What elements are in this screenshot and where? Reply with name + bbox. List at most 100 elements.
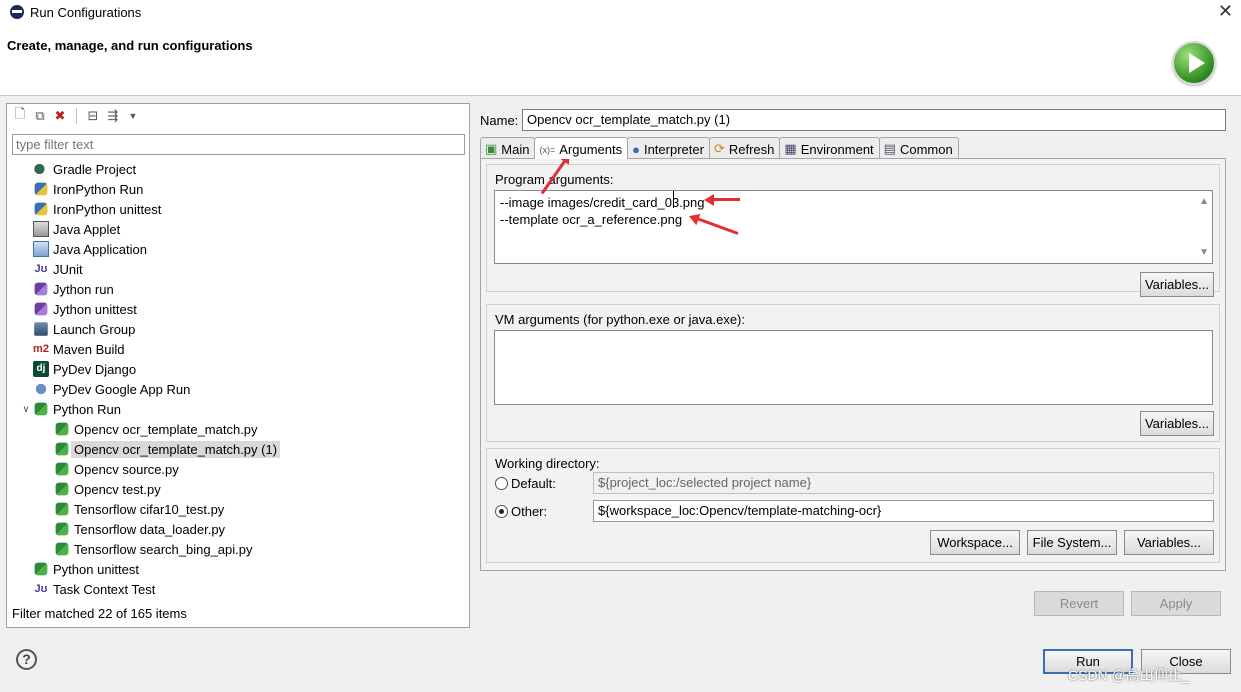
tab-main[interactable]: ▣ Main — [480, 137, 536, 158]
program-arguments-group: Program arguments: --image images/credit… — [486, 164, 1220, 297]
tree-item-type[interactable]: dj PyDev Django — [7, 359, 469, 379]
tree-item-type[interactable]: Java Applet — [7, 219, 469, 239]
tab-refresh[interactable]: ⟳ Refresh — [708, 137, 781, 158]
annotation-arrow-image-arg — [708, 198, 740, 201]
program-args-line-2: --template ocr_a_reference.png — [500, 212, 683, 227]
workspace-button[interactable]: Workspace... — [930, 530, 1020, 555]
tree-item-configuration[interactable]: Tensorflow data_loader.py — [7, 519, 469, 539]
tree-item-type[interactable]: ∨ Python Run — [7, 399, 469, 419]
tree-item-label: Gradle Project — [53, 161, 137, 177]
python-run-icon — [55, 502, 69, 516]
scroll-down-icon[interactable]: ▼ — [1199, 244, 1209, 261]
configurations-panel: 🗋 ⧉ ✖ ⊟ ⇶ ▼ Gradle Project IronPython Run… — [6, 103, 470, 628]
tree-item-type[interactable]: PyDev Google App Run — [7, 379, 469, 399]
tab-interpreter[interactable]: ● Interpreter — [627, 137, 710, 158]
tree-item-type[interactable]: m2 Maven Build — [7, 339, 469, 359]
config-tabs: ▣ Main (x)= Arguments ● Interpreter ⟳ Refresh ▦ E… — [480, 137, 959, 159]
workdir-variables-button[interactable]: Variables... — [1124, 530, 1214, 555]
tree-item-type[interactable]: Launch Group — [7, 319, 469, 339]
jython-run-icon — [34, 282, 48, 296]
tab-label: Arguments — [559, 142, 623, 157]
tree-item-type[interactable]: IronPython unittest — [7, 199, 469, 219]
java-applet-icon — [33, 221, 49, 237]
other-radio[interactable] — [495, 505, 508, 518]
program-args-line-1: --image images/credit_card_03.png — [500, 195, 705, 210]
tree-item-type[interactable]: Jʊ JUnit — [7, 259, 469, 279]
filter-input[interactable] — [12, 134, 465, 155]
common-tab-icon: ▤ — [883, 141, 896, 156]
file-system-button[interactable]: File System... — [1027, 530, 1117, 555]
java-application-icon — [33, 241, 49, 257]
tree-item-type[interactable]: Gradle Project — [7, 159, 469, 179]
new-configuration-icon[interactable]: 🗋 — [12, 106, 28, 124]
run-banner-icon — [1172, 41, 1216, 85]
text-cursor — [673, 191, 675, 208]
tree-item-label: IronPython Run — [53, 181, 144, 197]
tree-item-type[interactable]: Jython run — [7, 279, 469, 299]
configuration-tree: Gradle Project IronPython Run IronPython u… — [7, 159, 469, 599]
chevron-down-icon[interactable]: ▼ — [125, 108, 141, 124]
toolbar-separator — [76, 108, 77, 124]
launch-group-icon — [34, 322, 48, 336]
configurations-toolbar: 🗋 ⧉ ✖ ⊟ ⇶ ▼ — [7, 104, 469, 128]
python-unittest-icon — [34, 562, 48, 576]
program-arguments-textarea[interactable]: --image images/credit_card_03.png --temp… — [494, 190, 1213, 264]
close-window-icon[interactable]: ✕ — [1218, 1, 1233, 22]
maven-icon: m2 — [33, 343, 49, 355]
revert-button[interactable]: Revert — [1034, 591, 1124, 616]
python-run-icon — [55, 542, 69, 556]
filter-icon[interactable]: ⇶ — [105, 108, 121, 124]
tree-item-type[interactable]: IronPython Run — [7, 179, 469, 199]
gradle-icon — [33, 161, 49, 177]
tree-item-label: Python unittest — [53, 561, 139, 577]
chevron-down-icon[interactable]: ∨ — [19, 404, 33, 415]
tree-item-label: Jython unittest — [53, 301, 137, 317]
scroll-up-icon[interactable]: ▲ — [1199, 193, 1209, 210]
tree-item-type[interactable]: Jʊ Task Context Test — [7, 579, 469, 599]
python-run-icon — [34, 402, 48, 416]
other-directory-field[interactable]: ${workspace_loc:Opencv/template-matching… — [593, 500, 1214, 522]
tree-item-configuration[interactable]: Opencv ocr_template_match.py (1) — [7, 439, 469, 459]
tab-environment[interactable]: ▦ Environment — [779, 137, 880, 158]
tree-item-label: PyDev Django — [53, 361, 137, 377]
tree-item-label: Java Applet — [53, 221, 121, 237]
tree-item-configuration[interactable]: Tensorflow search_bing_api.py — [7, 539, 469, 559]
tree-item-type[interactable]: Jython unittest — [7, 299, 469, 319]
default-radio[interactable] — [495, 477, 508, 490]
vm-arguments-textarea[interactable] — [494, 330, 1213, 405]
arguments-tab-body: Program arguments: --image images/credit… — [480, 158, 1226, 571]
collapse-all-icon[interactable]: ⊟ — [85, 108, 101, 124]
default-directory-field: ${project_loc:/selected project name} — [593, 472, 1214, 494]
tree-item-configuration[interactable]: Tensorflow cifar10_test.py — [7, 499, 469, 519]
ironpython-unittest-icon — [34, 202, 48, 216]
tree-item-label: Tensorflow data_loader.py — [74, 521, 226, 537]
textarea-scrollbar[interactable]: ▲ ▼ — [1196, 191, 1212, 263]
tree-item-type[interactable]: Java Application — [7, 239, 469, 259]
tree-item-label: Opencv source.py — [74, 461, 179, 477]
delete-icon[interactable]: ✖ — [52, 108, 68, 124]
help-icon[interactable]: ? — [16, 649, 37, 670]
apply-button[interactable]: Apply — [1131, 591, 1221, 616]
name-input[interactable]: Opencv ocr_template_match.py (1) — [522, 109, 1226, 131]
duplicate-icon[interactable]: ⧉ — [32, 108, 48, 124]
window-title: Run Configurations — [30, 4, 142, 20]
environment-tab-icon: ▦ — [784, 141, 797, 156]
tree-item-type[interactable]: Python unittest — [7, 559, 469, 579]
interpreter-tab-icon: ● — [632, 141, 640, 157]
junit-icon: Jʊ — [34, 263, 48, 275]
tree-item-configuration[interactable]: Opencv ocr_template_match.py — [7, 419, 469, 439]
eclipse-icon — [10, 5, 24, 19]
python-run-icon — [55, 442, 69, 456]
task-context-icon: Jʊ — [34, 583, 48, 595]
tab-arguments[interactable]: (x)= Arguments — [534, 137, 629, 159]
tree-item-configuration[interactable]: Opencv test.py — [7, 479, 469, 499]
vm-arguments-group: VM arguments (for python.exe or java.exe… — [486, 304, 1220, 442]
tab-common[interactable]: ▤ Common — [878, 137, 959, 158]
default-label: Default: — [511, 476, 556, 491]
program-variables-button[interactable]: Variables... — [1140, 272, 1214, 297]
vm-variables-button[interactable]: Variables... — [1140, 411, 1214, 436]
tree-item-configuration[interactable]: Opencv source.py — [7, 459, 469, 479]
tree-item-label: Jython run — [53, 281, 114, 297]
tree-item-label: Maven Build — [53, 341, 125, 357]
tree-item-label: Tensorflow cifar10_test.py — [74, 501, 225, 517]
